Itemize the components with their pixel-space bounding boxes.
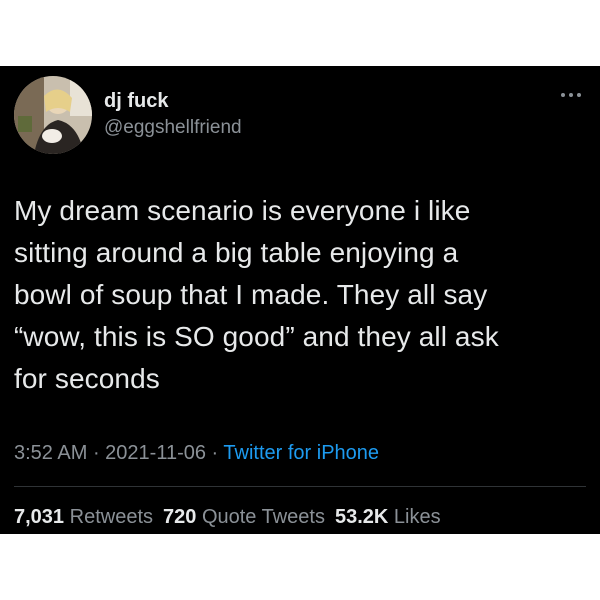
quotes-count: 720 [163,506,197,528]
tweet-time[interactable]: 3:52 AM [14,442,87,464]
divider [14,486,586,487]
more-dots-icon[interactable] [556,88,586,102]
retweets-count: 7,031 [14,506,65,528]
tweet-source[interactable]: Twitter for iPhone [223,442,379,464]
quotes-label: Quote Tweets [201,506,325,528]
tweet-card: dj fuck @eggshellfriend My dream scenari… [0,66,600,534]
tweet-meta: 3:52 AM · 2021-11-06 · Twitter for iPhon… [14,442,379,465]
author-display-name[interactable]: dj fuck [104,90,168,113]
likes-label: Likes [393,506,441,528]
tweet-date[interactable]: 2021-11-06 [105,442,206,464]
tweet-stats: 7,031 Retweets 720 Quote Tweets 53.2K Like… [14,506,441,529]
retweets-label: Retweets [69,506,153,528]
quotes-stat[interactable]: 720 Quote Tweets [163,506,325,528]
tweet-text: My dream scenario is everyone i like sit… [14,195,499,394]
avatar[interactable] [14,76,92,154]
retweets-stat[interactable]: 7,031 Retweets [14,506,153,528]
meta-separator: · [206,442,224,464]
author-handle[interactable]: @eggshellfriend [104,117,242,139]
meta-separator: · [87,442,106,464]
likes-count: 53.2K [334,506,389,528]
avatar-photo-icon [14,76,92,154]
likes-stat[interactable]: 53.2K Likes [335,506,441,528]
